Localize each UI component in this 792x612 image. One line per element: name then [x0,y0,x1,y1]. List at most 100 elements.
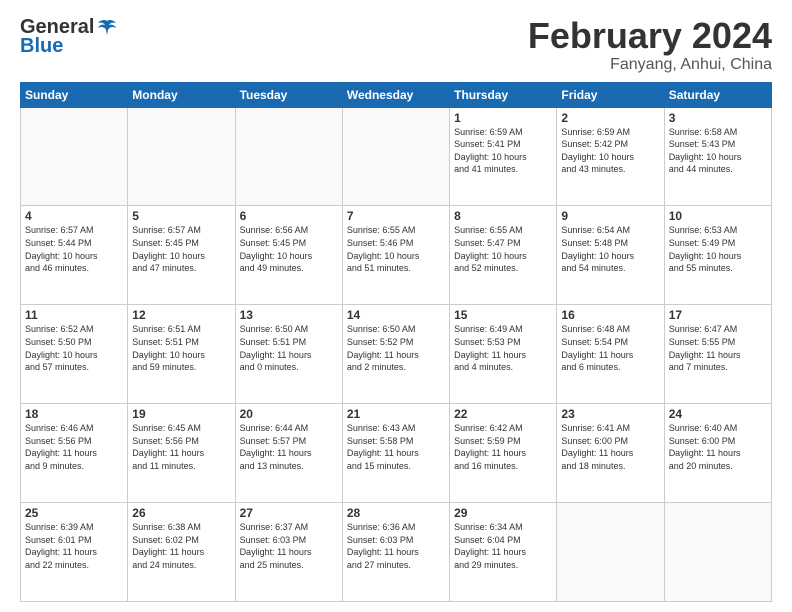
weekday-header: Monday [128,82,235,107]
day-number: 12 [132,308,230,322]
calendar-cell: 14Sunrise: 6:50 AM Sunset: 5:52 PM Dayli… [342,305,449,404]
calendar-week-row: 25Sunrise: 6:39 AM Sunset: 6:01 PM Dayli… [21,503,772,602]
day-info: Sunrise: 6:47 AM Sunset: 5:55 PM Dayligh… [669,323,767,373]
calendar-cell: 4Sunrise: 6:57 AM Sunset: 5:44 PM Daylig… [21,206,128,305]
calendar-cell: 6Sunrise: 6:56 AM Sunset: 5:45 PM Daylig… [235,206,342,305]
calendar-cell: 1Sunrise: 6:59 AM Sunset: 5:41 PM Daylig… [450,107,557,206]
calendar-cell: 13Sunrise: 6:50 AM Sunset: 5:51 PM Dayli… [235,305,342,404]
title-block: February 2024 Fanyang, Anhui, China [528,16,772,74]
day-number: 20 [240,407,338,421]
day-info: Sunrise: 6:57 AM Sunset: 5:44 PM Dayligh… [25,224,123,274]
day-info: Sunrise: 6:42 AM Sunset: 5:59 PM Dayligh… [454,422,552,472]
calendar-cell: 28Sunrise: 6:36 AM Sunset: 6:03 PM Dayli… [342,503,449,602]
weekday-header-row: SundayMondayTuesdayWednesdayThursdayFrid… [21,82,772,107]
calendar-cell [128,107,235,206]
day-number: 4 [25,209,123,223]
weekday-header: Friday [557,82,664,107]
logo: General Blue [20,16,118,58]
day-info: Sunrise: 6:48 AM Sunset: 5:54 PM Dayligh… [561,323,659,373]
day-info: Sunrise: 6:50 AM Sunset: 5:52 PM Dayligh… [347,323,445,373]
calendar-cell: 15Sunrise: 6:49 AM Sunset: 5:53 PM Dayli… [450,305,557,404]
day-info: Sunrise: 6:45 AM Sunset: 5:56 PM Dayligh… [132,422,230,472]
day-info: Sunrise: 6:57 AM Sunset: 5:45 PM Dayligh… [132,224,230,274]
day-info: Sunrise: 6:51 AM Sunset: 5:51 PM Dayligh… [132,323,230,373]
day-info: Sunrise: 6:53 AM Sunset: 5:49 PM Dayligh… [669,224,767,274]
calendar-cell: 3Sunrise: 6:58 AM Sunset: 5:43 PM Daylig… [664,107,771,206]
day-info: Sunrise: 6:43 AM Sunset: 5:58 PM Dayligh… [347,422,445,472]
calendar-week-row: 1Sunrise: 6:59 AM Sunset: 5:41 PM Daylig… [21,107,772,206]
day-number: 28 [347,506,445,520]
logo-blue-text: Blue [20,35,118,58]
day-info: Sunrise: 6:34 AM Sunset: 6:04 PM Dayligh… [454,521,552,571]
calendar-page: General Blue February 2024 Fanyang, Anhu… [0,0,792,612]
day-number: 19 [132,407,230,421]
calendar-cell: 12Sunrise: 6:51 AM Sunset: 5:51 PM Dayli… [128,305,235,404]
calendar-cell: 5Sunrise: 6:57 AM Sunset: 5:45 PM Daylig… [128,206,235,305]
calendar-cell [21,107,128,206]
calendar-cell: 19Sunrise: 6:45 AM Sunset: 5:56 PM Dayli… [128,404,235,503]
day-number: 18 [25,407,123,421]
header: General Blue February 2024 Fanyang, Anhu… [20,16,772,74]
day-info: Sunrise: 6:44 AM Sunset: 5:57 PM Dayligh… [240,422,338,472]
day-number: 3 [669,111,767,125]
calendar-cell [557,503,664,602]
day-info: Sunrise: 6:55 AM Sunset: 5:46 PM Dayligh… [347,224,445,274]
day-number: 8 [454,209,552,223]
weekday-header: Thursday [450,82,557,107]
calendar-cell: 21Sunrise: 6:43 AM Sunset: 5:58 PM Dayli… [342,404,449,503]
weekday-header: Saturday [664,82,771,107]
weekday-header: Sunday [21,82,128,107]
calendar-cell [235,107,342,206]
day-info: Sunrise: 6:54 AM Sunset: 5:48 PM Dayligh… [561,224,659,274]
weekday-header: Tuesday [235,82,342,107]
calendar-cell: 7Sunrise: 6:55 AM Sunset: 5:46 PM Daylig… [342,206,449,305]
day-number: 24 [669,407,767,421]
day-info: Sunrise: 6:49 AM Sunset: 5:53 PM Dayligh… [454,323,552,373]
day-info: Sunrise: 6:41 AM Sunset: 6:00 PM Dayligh… [561,422,659,472]
day-number: 13 [240,308,338,322]
day-number: 11 [25,308,123,322]
calendar-table: SundayMondayTuesdayWednesdayThursdayFrid… [20,82,772,602]
day-info: Sunrise: 6:58 AM Sunset: 5:43 PM Dayligh… [669,126,767,176]
day-number: 2 [561,111,659,125]
day-number: 1 [454,111,552,125]
calendar-week-row: 18Sunrise: 6:46 AM Sunset: 5:56 PM Dayli… [21,404,772,503]
day-number: 7 [347,209,445,223]
day-number: 15 [454,308,552,322]
day-info: Sunrise: 6:52 AM Sunset: 5:50 PM Dayligh… [25,323,123,373]
day-info: Sunrise: 6:37 AM Sunset: 6:03 PM Dayligh… [240,521,338,571]
day-info: Sunrise: 6:56 AM Sunset: 5:45 PM Dayligh… [240,224,338,274]
day-info: Sunrise: 6:59 AM Sunset: 5:42 PM Dayligh… [561,126,659,176]
day-info: Sunrise: 6:39 AM Sunset: 6:01 PM Dayligh… [25,521,123,571]
month-title: February 2024 [528,16,772,56]
calendar-cell: 18Sunrise: 6:46 AM Sunset: 5:56 PM Dayli… [21,404,128,503]
day-number: 10 [669,209,767,223]
calendar-cell: 24Sunrise: 6:40 AM Sunset: 6:00 PM Dayli… [664,404,771,503]
calendar-cell: 29Sunrise: 6:34 AM Sunset: 6:04 PM Dayli… [450,503,557,602]
location-title: Fanyang, Anhui, China [528,56,772,74]
calendar-cell: 16Sunrise: 6:48 AM Sunset: 5:54 PM Dayli… [557,305,664,404]
calendar-cell: 27Sunrise: 6:37 AM Sunset: 6:03 PM Dayli… [235,503,342,602]
calendar-cell: 9Sunrise: 6:54 AM Sunset: 5:48 PM Daylig… [557,206,664,305]
day-number: 5 [132,209,230,223]
day-info: Sunrise: 6:38 AM Sunset: 6:02 PM Dayligh… [132,521,230,571]
calendar-cell [664,503,771,602]
day-number: 6 [240,209,338,223]
calendar-cell: 20Sunrise: 6:44 AM Sunset: 5:57 PM Dayli… [235,404,342,503]
day-number: 14 [347,308,445,322]
calendar-cell [342,107,449,206]
calendar-cell: 11Sunrise: 6:52 AM Sunset: 5:50 PM Dayli… [21,305,128,404]
day-info: Sunrise: 6:46 AM Sunset: 5:56 PM Dayligh… [25,422,123,472]
day-info: Sunrise: 6:59 AM Sunset: 5:41 PM Dayligh… [454,126,552,176]
day-number: 25 [25,506,123,520]
calendar-cell: 22Sunrise: 6:42 AM Sunset: 5:59 PM Dayli… [450,404,557,503]
calendar-week-row: 4Sunrise: 6:57 AM Sunset: 5:44 PM Daylig… [21,206,772,305]
calendar-week-row: 11Sunrise: 6:52 AM Sunset: 5:50 PM Dayli… [21,305,772,404]
calendar-cell: 2Sunrise: 6:59 AM Sunset: 5:42 PM Daylig… [557,107,664,206]
calendar-cell: 23Sunrise: 6:41 AM Sunset: 6:00 PM Dayli… [557,404,664,503]
day-number: 17 [669,308,767,322]
day-info: Sunrise: 6:55 AM Sunset: 5:47 PM Dayligh… [454,224,552,274]
day-number: 16 [561,308,659,322]
calendar-cell: 8Sunrise: 6:55 AM Sunset: 5:47 PM Daylig… [450,206,557,305]
day-info: Sunrise: 6:50 AM Sunset: 5:51 PM Dayligh… [240,323,338,373]
